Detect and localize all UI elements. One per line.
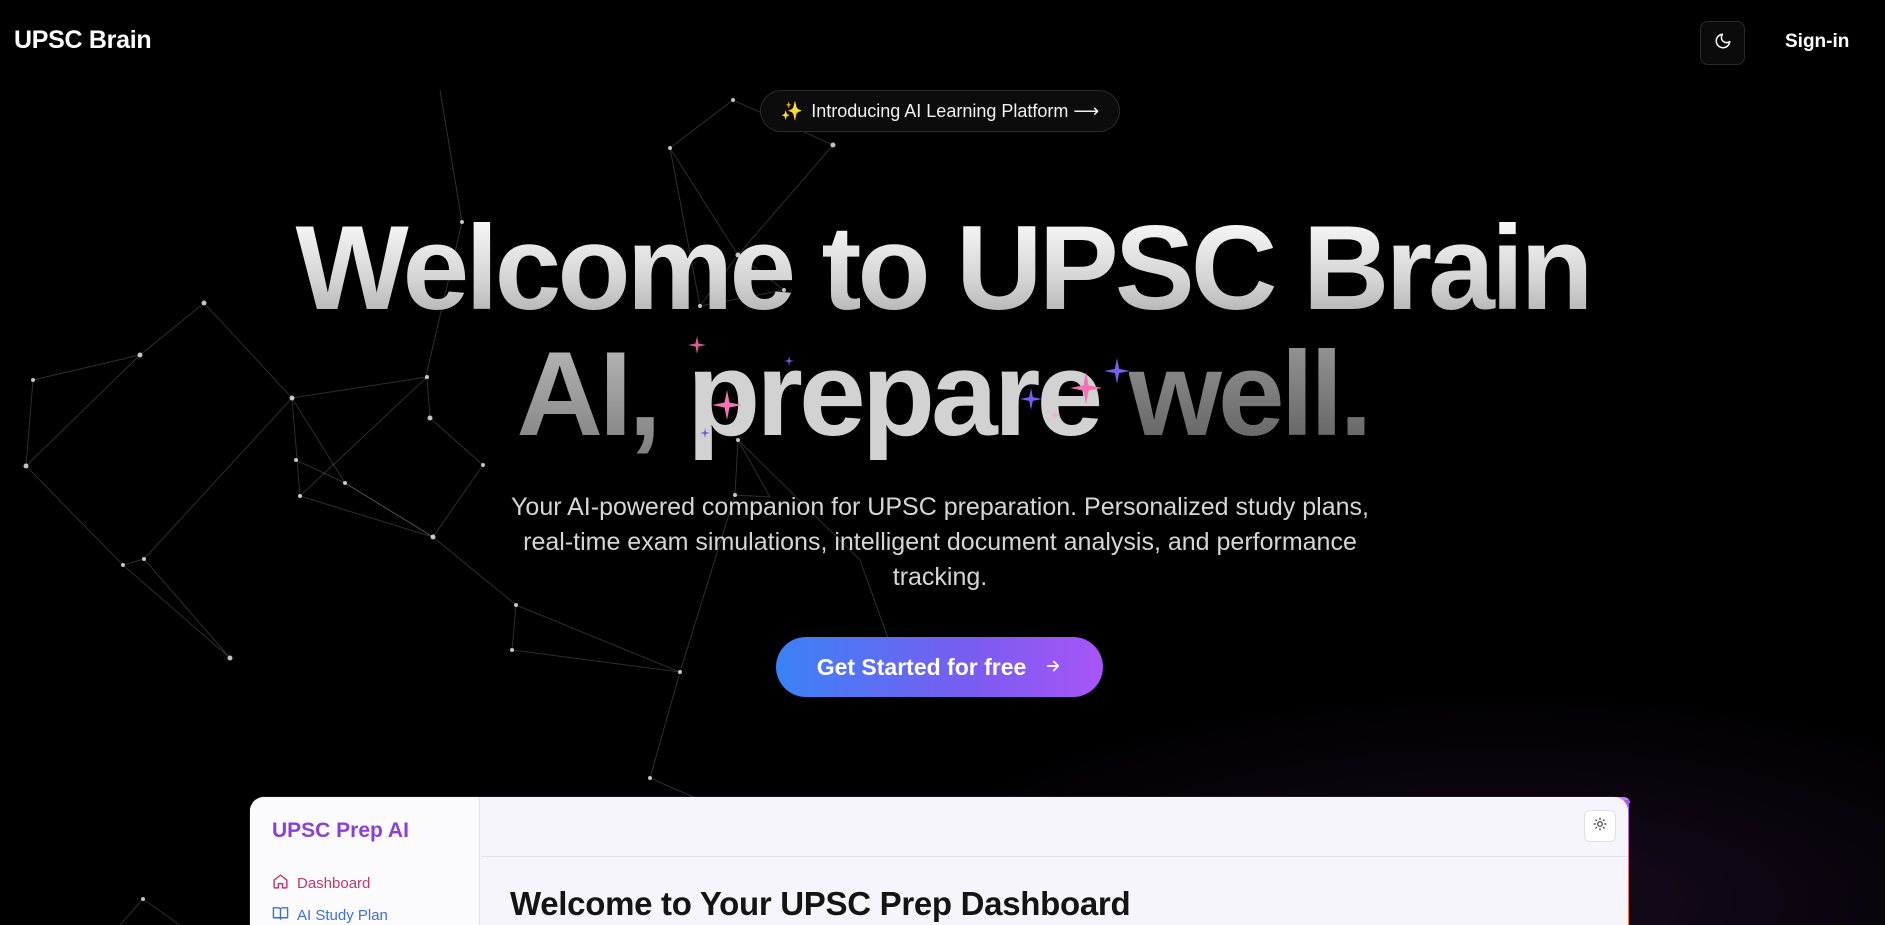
preview-nav-label: AI Study Plan [297, 907, 388, 924]
preview-topbar [481, 797, 1628, 857]
hero-title-line-1: Welcome to UPSC Brain [0, 208, 1885, 328]
get-started-button[interactable]: Get Started for free [776, 637, 1103, 697]
theme-toggle-button[interactable] [1700, 21, 1745, 65]
sparkles-icon: ✨ [780, 100, 804, 121]
preview-nav-dashboard[interactable]: Dashboard [272, 873, 370, 894]
book-icon [272, 905, 289, 925]
hero-word-ai: AI, [516, 327, 661, 461]
hero-word-well: well. [1128, 327, 1373, 461]
preview-page-title: Welcome to Your UPSC Prep Dashboard [510, 885, 1131, 922]
landing-page: UPSC Brain Sign-in ✨ Introducing AI Lear… [0, 0, 1885, 925]
preview-sidebar: UPSC Prep AI Dashboard AI Study Plan [250, 797, 480, 925]
preview-nav-study-plan[interactable]: AI Study Plan [272, 905, 388, 925]
intro-announcement-pill[interactable]: ✨ Introducing AI Learning Platform ⟶ [760, 90, 1120, 132]
preview-nav-label: Dashboard [297, 875, 371, 892]
dashboard-preview: UPSC Prep AI Dashboard AI Study Plan Wel… [250, 797, 1628, 925]
preview-brand: UPSC Prep AI [272, 819, 409, 842]
preview-theme-toggle[interactable] [1584, 810, 1616, 842]
hero-subtitle: Your AI-powered companion for UPSC prepa… [511, 493, 1369, 591]
arrow-right-icon [1044, 654, 1062, 681]
site-brand[interactable]: UPSC Brain [14, 26, 152, 55]
home-icon [272, 873, 289, 894]
signin-link[interactable]: Sign-in [1785, 31, 1849, 53]
sun-icon [1593, 817, 1607, 836]
hero-word-prepare: prepare [687, 327, 1103, 461]
get-started-label: Get Started for free [816, 653, 1027, 680]
hero-title-line-2: AI, prepare well. [0, 334, 1885, 454]
network-background [23, 89, 895, 925]
moon-icon [1714, 32, 1732, 55]
intro-pill-label: Introducing AI Learning Platform ⟶ [811, 100, 1100, 121]
